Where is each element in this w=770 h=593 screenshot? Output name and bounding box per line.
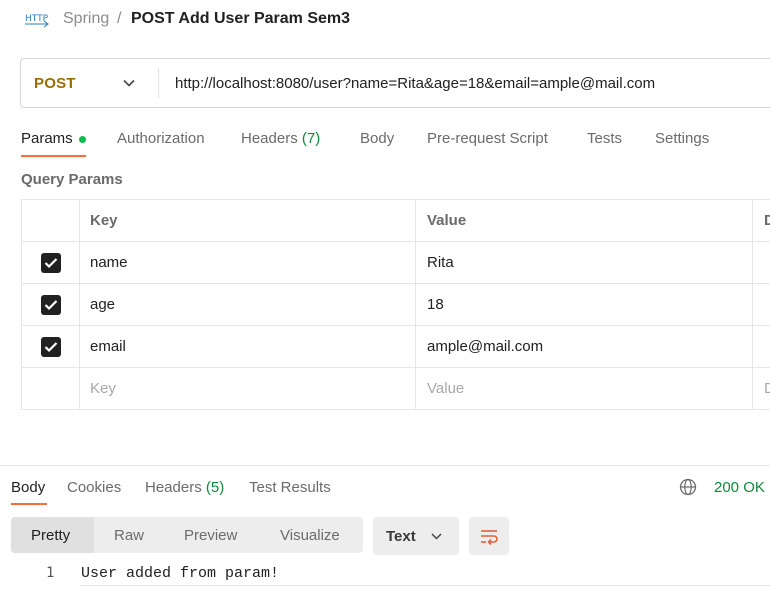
response-tab-headers[interactable]: Headers (5) — [145, 479, 224, 496]
tab-authorization[interactable]: Authorization — [117, 130, 205, 147]
row-checkbox[interactable] — [40, 252, 61, 273]
response-tab-cookies[interactable]: Cookies — [67, 479, 121, 496]
view-mode-pretty[interactable]: Pretty — [31, 527, 70, 544]
request-title[interactable]: POST Add User Param Sem3 — [131, 10, 350, 28]
tab-tests[interactable]: Tests — [587, 130, 622, 147]
url-input[interactable]: http://localhost:8080/user?name=Rita&age… — [175, 75, 655, 92]
tab-pre-request-script[interactable]: Pre-request Script — [427, 130, 548, 147]
chevron-down-icon[interactable] — [122, 76, 136, 90]
param-key[interactable]: age — [79, 283, 416, 326]
description-column-header: Desc — [752, 199, 770, 242]
param-key[interactable]: email — [79, 325, 416, 368]
view-mode-preview[interactable]: Preview — [184, 527, 237, 544]
param-value[interactable]: 18 — [415, 283, 753, 326]
new-description-input[interactable]: Desc — [752, 367, 770, 410]
method-select[interactable]: POST — [34, 75, 76, 92]
table-row: email ample@mail.com — [21, 325, 770, 368]
param-value[interactable]: ample@mail.com — [415, 325, 753, 368]
param-value[interactable]: Rita — [415, 241, 753, 284]
tab-headers-count: (7) — [301, 130, 321, 147]
new-row-select — [21, 367, 80, 410]
http-icon: HTTP — [25, 14, 49, 28]
select-column-header — [21, 199, 80, 242]
table-row-new: Key Value Desc — [21, 367, 770, 410]
tab-body[interactable]: Body — [360, 130, 394, 147]
table-row: age 18 — [21, 283, 770, 326]
response-tab-test-results[interactable]: Test Results — [249, 479, 331, 496]
tab-params[interactable]: Params — [21, 130, 73, 147]
response-tab-headers-label: Headers — [145, 479, 202, 496]
param-description[interactable] — [752, 325, 770, 368]
breadcrumb-parent[interactable]: Spring — [63, 10, 109, 28]
view-mode-visualize[interactable]: Visualize — [280, 527, 340, 544]
code-line-border — [80, 585, 770, 586]
wrap-lines-icon[interactable] — [479, 527, 499, 545]
tab-headers[interactable]: Headers (7) — [241, 130, 320, 147]
tab-headers-label: Headers — [241, 130, 298, 147]
response-divider[interactable] — [0, 465, 770, 466]
breadcrumb-separator: / — [117, 10, 122, 27]
response-tab-headers-count: (5) — [205, 479, 225, 496]
param-key[interactable]: name — [79, 241, 416, 284]
response-tab-body[interactable]: Body — [11, 479, 45, 496]
globe-icon[interactable] — [679, 478, 697, 496]
key-column-header: Key — [79, 199, 416, 242]
row-checkbox[interactable] — [40, 336, 61, 357]
param-description[interactable] — [752, 241, 770, 284]
tab-settings[interactable]: Settings — [655, 130, 709, 147]
table-header-row: Key Value Desc — [21, 199, 770, 242]
new-key-input[interactable]: Key — [79, 367, 416, 410]
value-column-header: Value — [415, 199, 753, 242]
response-tab-underline — [11, 503, 47, 505]
params-active-dot — [79, 136, 86, 143]
view-mode-raw[interactable]: Raw — [114, 527, 144, 544]
table-row: name Rita — [21, 241, 770, 284]
row-checkbox[interactable] — [40, 294, 61, 315]
query-params-table: Key Value Desc name Rita age 18 email am… — [21, 199, 770, 410]
param-description[interactable] — [752, 283, 770, 326]
response-status[interactable]: 200 OK — [714, 479, 765, 496]
tab-underline — [21, 155, 86, 157]
url-divider — [158, 68, 159, 98]
chevron-down-icon[interactable] — [430, 530, 443, 543]
new-value-input[interactable]: Value — [415, 367, 753, 410]
format-dropdown-label[interactable]: Text — [386, 528, 416, 545]
svg-text:HTTP: HTTP — [25, 14, 49, 24]
query-params-title: Query Params — [21, 171, 123, 188]
response-body-text[interactable]: User added from param! — [81, 565, 279, 582]
line-number: 1 — [46, 565, 55, 581]
